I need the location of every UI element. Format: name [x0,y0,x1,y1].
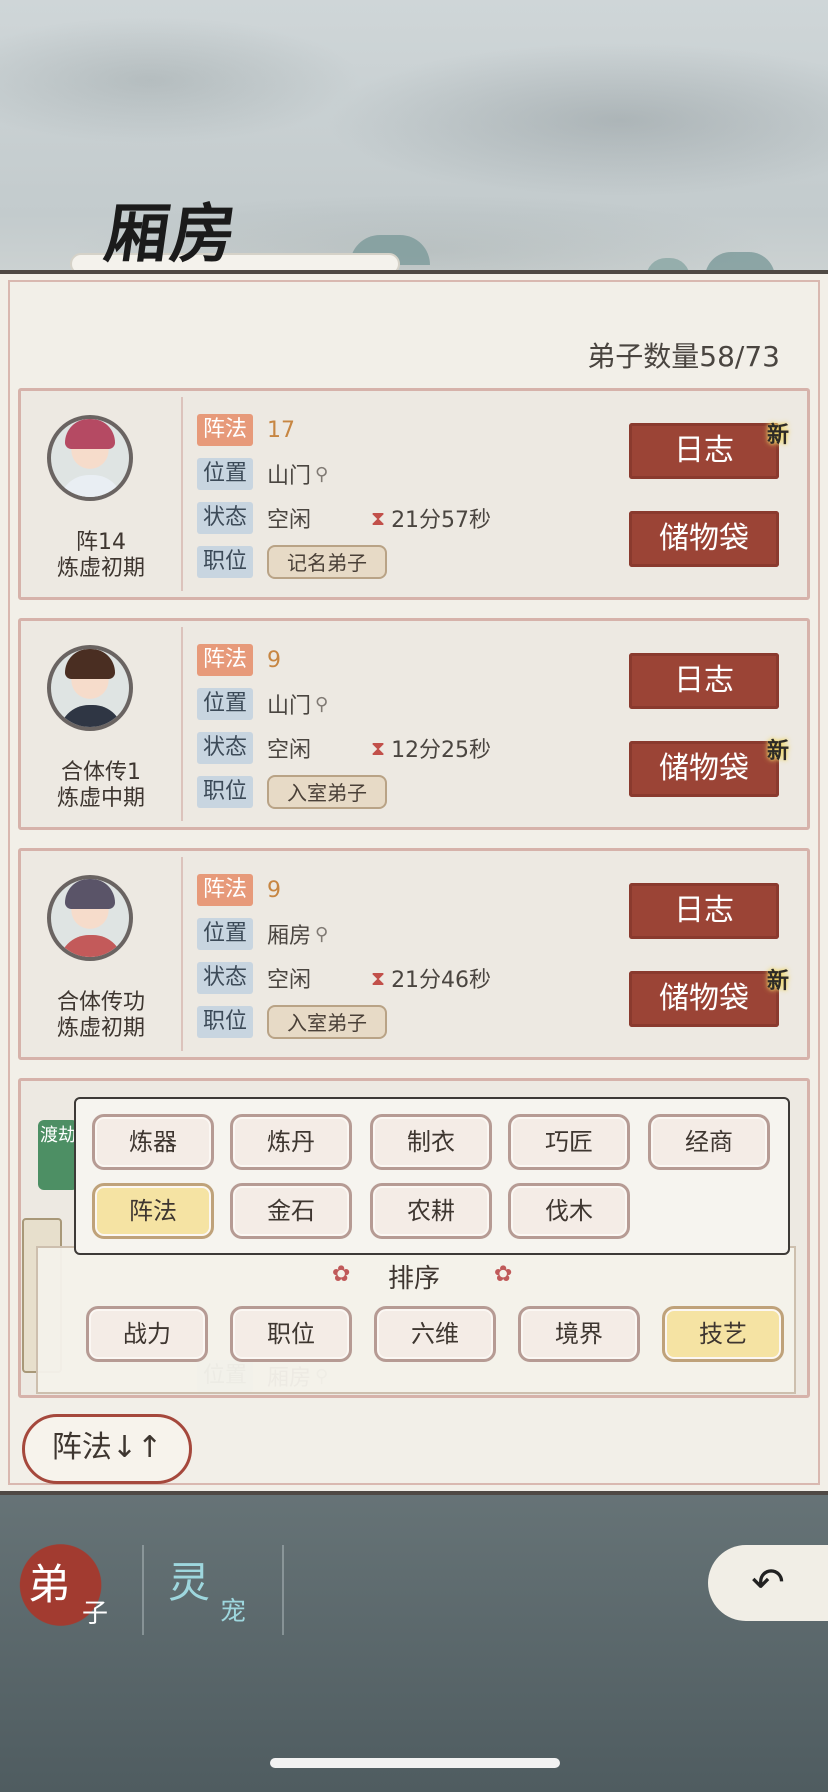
log-button[interactable]: 日志 [629,653,779,709]
disciple-name: 阵14 [76,530,126,555]
location-row: 位置 厢房 ⚲ [197,917,328,951]
rank-badge[interactable]: 入室弟子 [267,775,387,809]
tab-pets-label: 灵 [168,1558,211,1607]
skill-value: 17 [267,417,295,443]
skill-tag: 阵法 [197,874,253,906]
sort-option-stats[interactable]: 六维 [374,1306,496,1362]
position-row: 职位 入室弟子 [197,775,387,809]
sort-option-position[interactable]: 职位 [230,1306,352,1362]
disciple-avatar[interactable] [47,875,133,961]
skill-tag: 阵法 [197,414,253,446]
location-value: 山门 [267,694,312,719]
disciple-avatar[interactable] [47,645,133,731]
hourglass-icon: ⧗ [371,506,386,530]
new-badge: 新 [766,739,789,764]
sort-option-realm[interactable]: 境界 [518,1306,640,1362]
status-tag: 状态 [197,502,253,534]
status-value: 空闲 [267,738,312,763]
back-button[interactable]: ↶ [708,1545,828,1621]
new-badge: 新 [766,969,789,994]
tab-pets[interactable]: 灵 宠 [160,1535,270,1635]
status-tag: 状态 [197,732,253,764]
tab-disciples-sublabel: 子 [82,1599,109,1629]
disciple-card[interactable]: 阵14 炼虚初期 阵法 17 位置 山门 ⚲ 状态 空闲 ⧗ 21分57秒 职位… [18,388,810,600]
rank-badge[interactable]: 入室弟子 [267,1005,387,1039]
flower-icon: ✿ [494,1262,513,1287]
disciple-realm: 炼虚初期 [56,1016,145,1041]
current-sort-button[interactable]: 阵法↓↑ [22,1414,192,1484]
tab-disciples-label: 弟 [28,1560,71,1609]
timer-value: 21分46秒 [391,968,492,993]
new-badge: 新 [766,423,789,448]
skill-value: 9 [267,647,281,673]
filter-option-farming[interactable]: 农耕 [370,1183,492,1239]
bottom-nav: 弟 子 灵 宠 ↶ [0,1505,828,1792]
skill-row: 阵法 9 [197,643,281,677]
bag-button[interactable]: 储物袋 [629,741,779,797]
filter-option-formation[interactable]: 阵法 [92,1183,214,1239]
disciple-name: 合体传功 [56,990,145,1015]
tab-pets-sublabel: 宠 [220,1597,247,1627]
location-tag: 位置 [197,918,253,950]
filter-option-logging[interactable]: 伐木 [508,1183,630,1239]
back-arrow-icon: ↶ [751,1560,785,1606]
location-pin-icon[interactable]: ⚲ [315,924,328,945]
hourglass-icon: ⧗ [371,966,386,990]
location-pin-icon[interactable]: ⚲ [315,694,328,715]
filter-option-alchemy[interactable]: 炼丹 [230,1114,352,1170]
location-tag: 位置 [197,458,253,490]
skill-row: 阵法 9 [197,873,281,907]
position-tag: 职位 [197,546,253,578]
location-tag: 位置 [197,688,253,720]
home-indicator[interactable] [270,1758,560,1768]
status-row: 状态 空闲 ⧗ 21分46秒 [197,961,491,995]
filter-option-metal[interactable]: 金石 [230,1183,352,1239]
timer-value: 21分57秒 [391,508,492,533]
status-value: 空闲 [267,508,312,533]
log-button[interactable]: 日志 [629,883,779,939]
tab-disciples[interactable]: 弟 子 [12,1535,120,1635]
disciple-avatar[interactable] [47,415,133,501]
position-tag: 职位 [197,776,253,808]
status-tag: 状态 [197,962,253,994]
position-row: 职位 入室弟子 [197,1005,387,1039]
filter-option-tailoring[interactable]: 制衣 [370,1114,492,1170]
filter-option-refining[interactable]: 炼器 [92,1114,214,1170]
disciple-name: 合体传1 [61,760,141,785]
tribulation-badge: 渡劫 [38,1120,78,1190]
filter-option-trade[interactable]: 经商 [648,1114,770,1170]
rank-badge[interactable]: 记名弟子 [267,545,387,579]
filter-option-craftsman[interactable]: 巧匠 [508,1114,630,1170]
disciple-realm: 炼虚初期 [56,556,145,581]
sort-option-skill[interactable]: 技艺 [662,1306,784,1362]
skill-tag: 阵法 [197,644,253,676]
timer-value: 12分25秒 [391,738,492,763]
disciple-count: 弟子数量58/73 [587,340,780,373]
sort-option-power[interactable]: 战力 [86,1306,208,1362]
position-tag: 职位 [197,1006,253,1038]
bag-button[interactable]: 储物袋 [629,971,779,1027]
disciple-card[interactable]: 合体传功 炼虚初期 阵法 9 位置 厢房 ⚲ 状态 空闲 ⧗ 21分46秒 职位… [18,848,810,1060]
log-button[interactable]: 日志 [629,423,779,479]
hourglass-icon: ⧗ [371,736,386,760]
disciple-realm: 炼虚中期 [56,786,145,811]
status-row: 状态 空闲 ⧗ 21分57秒 [197,501,491,535]
location-row: 位置 山门 ⚲ [197,457,328,491]
skill-row: 阵法 17 [197,413,295,447]
skill-value: 9 [267,877,281,903]
status-row: 状态 空闲 ⧗ 12分25秒 [197,731,491,765]
position-row: 职位 记名弟子 [197,545,387,579]
disciple-card[interactable]: 合体传1 炼虚中期 阵法 9 位置 山门 ⚲ 状态 空闲 ⧗ 12分25秒 职位… [18,618,810,830]
status-value: 空闲 [267,968,312,993]
location-value: 厢房 [267,924,312,949]
location-row: 位置 山门 ⚲ [197,687,328,721]
location-value: 山门 [267,464,312,489]
page-title: 厢房 [99,197,243,272]
sort-title: 排序 [387,1264,440,1294]
location-pin-icon[interactable]: ⚲ [315,464,328,485]
bag-button[interactable]: 储物袋 [629,511,779,567]
